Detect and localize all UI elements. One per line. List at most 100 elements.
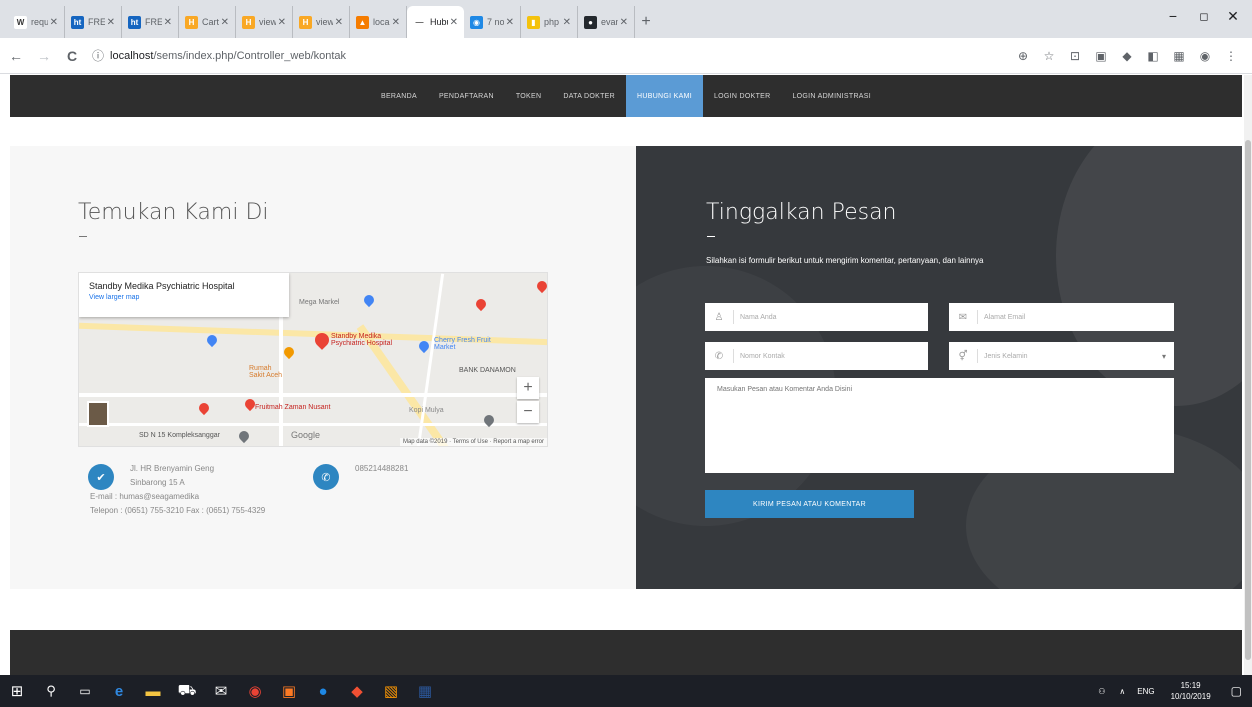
tab-close-icon[interactable]: ✕ <box>50 17 58 28</box>
map-label: Kopi Mulya <box>409 407 444 414</box>
map-attribution[interactable]: Map data ©2019 · Terms of Use · Report a… <box>399 438 547 446</box>
map-poi-icon[interactable] <box>361 292 377 308</box>
email-placeholder: Alamat Email <box>984 313 1026 321</box>
browser-tab[interactable]: ▲ localh✕ <box>350 6 407 38</box>
tab-close-icon[interactable]: ✕ <box>563 17 571 28</box>
sublime-icon[interactable]: ▧ <box>374 675 408 707</box>
nav-item-login-dokter[interactable]: LOGIN DOKTER <box>703 75 782 117</box>
map-label: BANK DANAMON <box>459 367 516 374</box>
browser-tab[interactable]: ht FREE F✕ <box>122 6 179 38</box>
tab-title: php - <box>544 17 561 27</box>
close-button[interactable]: ✕ <box>1214 0 1252 32</box>
map-poi-icon[interactable] <box>236 428 252 444</box>
tab-favicon-icon: H <box>299 15 312 29</box>
nav-item-beranda[interactable]: BERANDA <box>370 75 428 117</box>
git-icon[interactable]: ◆ <box>340 675 374 707</box>
gender-placeholder: Jenis Kelamin <box>984 352 1028 360</box>
tab-close-icon[interactable]: ✕ <box>450 17 458 28</box>
browser-tab[interactable]: ● evans✕ <box>578 6 635 38</box>
browser-tab[interactable]: Wrequir✕ <box>8 6 65 38</box>
file-explorer-icon[interactable]: ▬ <box>136 675 170 707</box>
extension-icon[interactable]: ⊕ <box>1012 45 1034 67</box>
new-tab-button[interactable]: + <box>635 6 657 38</box>
tab-close-icon[interactable]: ✕ <box>278 17 286 28</box>
scrollbar-thumb[interactable] <box>1245 140 1251 660</box>
notification-icon[interactable]: ▢ <box>1221 684 1252 698</box>
tab-close-icon[interactable]: ✕ <box>506 17 514 28</box>
street-view-thumbnail[interactable] <box>87 401 109 427</box>
tab-close-icon[interactable]: ✕ <box>164 17 172 28</box>
tab-close-icon[interactable]: ✕ <box>392 17 400 28</box>
extension-icon[interactable]: ▣ <box>1090 45 1112 67</box>
forward-button[interactable]: → <box>32 44 56 68</box>
extension-icon[interactable]: ◧ <box>1142 45 1164 67</box>
nav-item-pendaftaran[interactable]: PENDAFTARAN <box>428 75 505 117</box>
browser-tab[interactable]: Hview-s✕ <box>236 6 293 38</box>
field-separator <box>977 310 978 324</box>
zoom-out-button[interactable]: − <box>517 401 539 423</box>
send-message-button[interactable]: KIRIM PESAN ATAU KOMENTAR <box>705 490 914 518</box>
reload-button[interactable]: C <box>60 44 84 68</box>
maps-icon[interactable]: ● <box>306 675 340 707</box>
map-poi-icon[interactable] <box>473 296 489 312</box>
task-view-icon[interactable]: ▭ <box>68 675 102 707</box>
view-larger-map-link[interactable]: View larger map <box>89 294 279 301</box>
location-title: Temukan Kami Di <box>78 200 269 225</box>
mail-icon[interactable]: ✉ <box>204 675 238 707</box>
phone-placeholder: Nomor Kontak <box>740 352 785 360</box>
tab-title: Hubun <box>430 17 448 27</box>
extension-icon[interactable]: ⋮ <box>1220 45 1242 67</box>
tab-close-icon[interactable]: ✕ <box>221 17 229 28</box>
store-icon[interactable]: ⛟ <box>170 675 204 707</box>
tab-title: evans <box>601 17 618 27</box>
extension-icon[interactable]: ⊡ <box>1064 45 1086 67</box>
browser-tab[interactable]: ▮ php -✕ <box>521 6 578 38</box>
people-icon[interactable]: ⚇ <box>1090 687 1113 696</box>
chevron-up-icon[interactable]: ∧ <box>1113 687 1131 696</box>
browser-tab[interactable]: ◉ 7 notif✕ <box>464 6 521 38</box>
tab-close-icon[interactable]: ✕ <box>335 17 343 28</box>
map-info-box: Standby Medika Psychiatric Hospital View… <box>79 273 289 317</box>
embedded-map[interactable]: Standby Medika Psychiatric Hospital Mega… <box>78 272 548 447</box>
address-bar[interactable]: ⓘ localhost /sems/index.php/Controller_w… <box>92 43 992 69</box>
map-poi-icon[interactable] <box>204 332 220 348</box>
user-icon: ♙ <box>714 311 724 323</box>
language-indicator[interactable]: ENG <box>1131 687 1160 696</box>
nav-item-token[interactable]: TOKEN <box>505 75 553 117</box>
location-icon: ✔ <box>88 464 114 490</box>
extension-icon[interactable]: ◉ <box>1194 45 1216 67</box>
email-field[interactable]: ✉ Alamat Email <box>949 303 1174 331</box>
tab-title: Cart <box>202 17 219 27</box>
browser-tab[interactable]: Hview-s✕ <box>293 6 350 38</box>
nav-item-data-dokter[interactable]: DATA DOKTER <box>552 75 626 117</box>
windows-start-icon[interactable]: ⊞ <box>0 675 34 707</box>
word-icon[interactable]: ▦ <box>408 675 442 707</box>
tab-close-icon[interactable]: ✕ <box>107 17 115 28</box>
clock[interactable]: 15:19 10/10/2019 <box>1161 680 1221 702</box>
back-button[interactable]: ← <box>4 44 28 68</box>
search-icon[interactable]: ⚲ <box>34 675 68 707</box>
tab-close-icon[interactable]: ✕ <box>620 17 628 28</box>
name-field[interactable]: ♙ Nama Anda <box>705 303 928 331</box>
nav-item-login-administrasi[interactable]: LOGIN ADMINISTRASI <box>781 75 882 117</box>
phone-field[interactable]: ✆ Nomor Kontak <box>705 342 928 370</box>
gender-select[interactable]: ⚥ Jenis Kelamin ▾ <box>949 342 1174 370</box>
map-poi-icon[interactable] <box>196 400 212 416</box>
map-poi-icon[interactable] <box>534 278 547 294</box>
browser-tab[interactable]: ht FREE F✕ <box>65 6 122 38</box>
chrome-icon[interactable]: ◉ <box>238 675 272 707</box>
extension-icon[interactable]: ▦ <box>1168 45 1190 67</box>
page-content: Temukan Kami Di Standby Medika Psychiatr… <box>10 117 1242 630</box>
extension-icon[interactable]: ☆ <box>1038 45 1060 67</box>
site-info-icon[interactable]: ⓘ <box>92 47 104 64</box>
extension-icon[interactable]: ◆ <box>1116 45 1138 67</box>
edge-icon[interactable]: e <box>102 675 136 707</box>
xampp-icon[interactable]: ▣ <box>272 675 306 707</box>
google-logo: Google <box>291 430 321 440</box>
map-poi-icon[interactable] <box>281 344 297 360</box>
zoom-in-button[interactable]: + <box>517 377 539 399</box>
browser-tab[interactable]: H Cart ✕ <box>179 6 236 38</box>
browser-tab[interactable]: — Hubun✕ <box>407 6 464 38</box>
nav-item-hubungi-kami[interactable]: HUBUNGI KAMI <box>626 75 703 117</box>
message-textarea[interactable] <box>705 378 1174 473</box>
